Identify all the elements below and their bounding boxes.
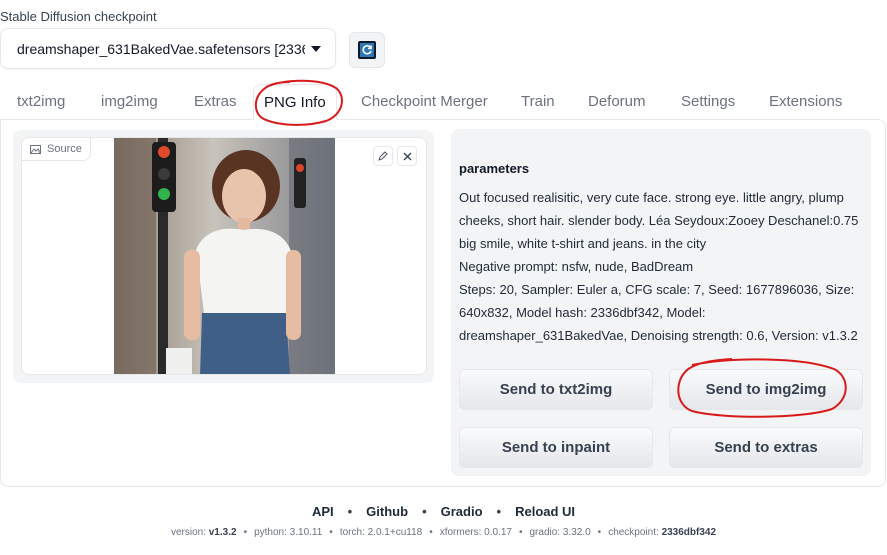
footer-separator: •: [496, 504, 502, 519]
close-icon: [403, 152, 411, 160]
tab-settings[interactable]: Settings: [681, 84, 735, 120]
source-label: Source: [21, 137, 91, 161]
torch-value: 2.0.1+cu118: [367, 527, 423, 538]
refresh-checkpoints-button[interactable]: [349, 32, 385, 68]
tab-png-info[interactable]: PNG Info: [253, 84, 337, 120]
version-key: version:: [170, 527, 209, 538]
chevron-down-icon: [311, 45, 321, 52]
image-tools: [373, 146, 417, 166]
send-to-inpaint-button[interactable]: Send to inpaint: [459, 427, 653, 468]
parameters-text: Out focused realisitic, very cute face. …: [459, 186, 861, 347]
footer-dot: •: [329, 527, 333, 538]
gradio-value: 3.32.0: [562, 527, 591, 538]
version-value: v1.3.2: [208, 527, 237, 538]
tab-img2img[interactable]: img2img: [101, 84, 158, 120]
python-key: python:: [254, 527, 290, 538]
footer-separator: •: [422, 504, 427, 519]
refresh-icon: [358, 41, 376, 59]
checkpoint-key: checkpoint:: [608, 527, 662, 538]
footer-dot: •: [243, 527, 248, 538]
xformers-key: xformers:: [439, 527, 485, 538]
footer-version-info: version: v1.3.2 • python: 3.10.11 • torch: 2…: [0, 527, 887, 538]
footer-dot: •: [597, 527, 602, 538]
tab-checkpoint-merger[interactable]: Checkpoint Merger: [361, 84, 488, 120]
negative-prompt-text: Negative prompt: nsfw, nude, BadDream: [459, 259, 694, 274]
parameters-title: parameters: [459, 161, 530, 176]
send-to-extras-button[interactable]: Send to extras: [669, 427, 863, 468]
footer-dot: •: [518, 527, 523, 538]
send-to-img2img-button[interactable]: Send to img2img: [669, 369, 863, 410]
image-frame[interactable]: [21, 137, 427, 375]
footer-links: API • Github • Gradio • Reload UI: [0, 504, 887, 519]
tab-deforum[interactable]: Deforum: [588, 84, 646, 120]
torch-key: torch:: [339, 527, 368, 538]
clear-image-button[interactable]: [397, 146, 417, 166]
xformers-value: 0.0.17: [484, 527, 512, 538]
tab-extensions[interactable]: Extensions: [769, 84, 842, 120]
tab-train[interactable]: Train: [521, 84, 555, 120]
python-value: 3.10.11: [289, 527, 323, 538]
pencil-icon: [378, 151, 388, 161]
footer-link-reload-ui[interactable]: Reload UI: [515, 504, 575, 519]
footer-link-api[interactable]: API: [312, 504, 334, 519]
footer-dot: •: [429, 527, 433, 538]
footer-link-github[interactable]: Github: [366, 504, 408, 519]
image-icon: [30, 144, 41, 154]
uploaded-image: [114, 138, 335, 374]
checkpoint-label: Stable Diffusion checkpoint: [0, 9, 157, 24]
source-text: Source: [47, 143, 82, 155]
tab-extras[interactable]: Extras: [194, 84, 237, 120]
generation-settings-text: Steps: 20, Sampler: Euler a, CFG scale: …: [459, 282, 858, 343]
gradio-key: gradio:: [529, 527, 563, 538]
checkpoint-dropdown[interactable]: dreamshaper_631BakedVae.safetensors [233…: [0, 28, 336, 69]
main-tabs: txt2img img2img Extras PNG Info Checkpoi…: [0, 84, 887, 120]
footer-separator: •: [347, 504, 353, 519]
send-to-txt2img-button[interactable]: Send to txt2img: [459, 369, 653, 410]
checkpoint-value: dreamshaper_631BakedVae.safetensors [233…: [17, 40, 305, 57]
edit-image-button[interactable]: [373, 146, 393, 166]
footer-link-gradio[interactable]: Gradio: [441, 504, 483, 519]
prompt-text: Out focused realisitic, very cute face. …: [459, 190, 859, 251]
tab-txt2img[interactable]: txt2img: [17, 84, 65, 120]
checkpoint-hash-value: 2336dbf342: [661, 527, 717, 538]
